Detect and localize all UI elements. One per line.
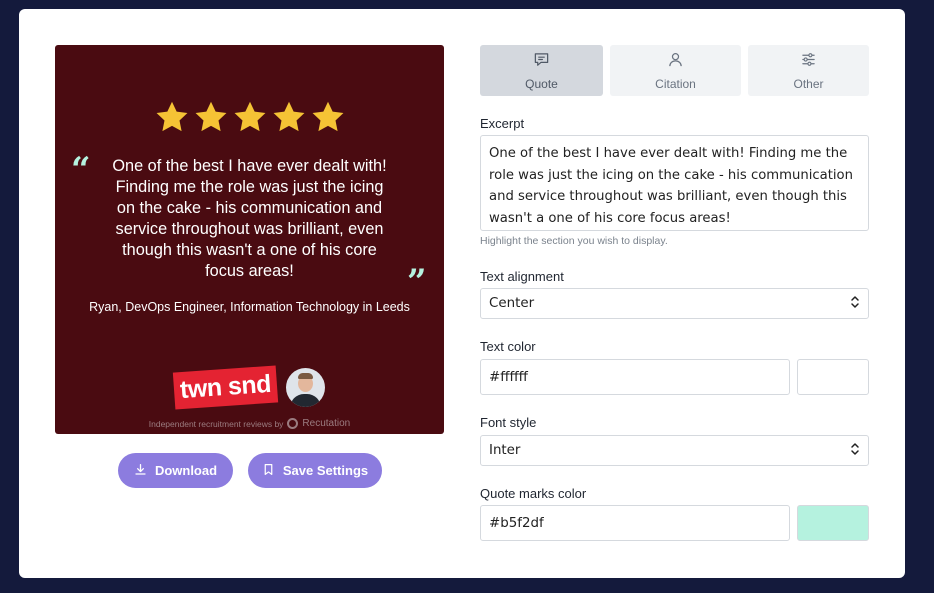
text-color-input[interactable]: #ffffff [480, 359, 790, 395]
tab-citation[interactable]: Citation [610, 45, 741, 96]
quote-open-mark: “ [71, 150, 91, 190]
alignment-label: Text alignment [480, 269, 564, 284]
avatar [286, 368, 325, 407]
footer-brand: Recutation [302, 418, 351, 429]
quote-text: One of the best I have ever dealt with! … [112, 157, 387, 280]
tab-other[interactable]: Other [748, 45, 869, 96]
bookmark-icon [262, 463, 275, 479]
alignment-value: Center [489, 296, 535, 311]
tab-citation-label: Citation [655, 76, 696, 91]
brand-logo: twn snd [172, 365, 279, 410]
tab-other-label: Other [793, 76, 824, 91]
excerpt-label: Excerpt [480, 116, 525, 131]
alignment-select[interactable]: Center [480, 288, 869, 319]
font-style-label: Font style [480, 415, 537, 430]
quote-marks-color-input[interactable]: #b5f2df [480, 505, 790, 541]
recutation-logo-icon [287, 418, 299, 429]
font-style-value: Inter [489, 443, 521, 458]
download-button[interactable]: Download [118, 453, 233, 488]
footer-note: Independent recruitment reviews by Recut… [55, 418, 444, 429]
font-style-select[interactable]: Inter [480, 435, 869, 466]
attribution: Ryan, DevOps Engineer, Information Techn… [89, 300, 410, 314]
user-icon [667, 51, 684, 71]
star-icon [310, 99, 346, 135]
tab-quote-label: Quote [525, 76, 558, 91]
save-settings-label: Save Settings [282, 463, 369, 478]
speech-bubble-icon [533, 51, 550, 71]
download-icon [134, 463, 147, 479]
chevron-up-down-icon [850, 442, 860, 460]
download-label: Download [154, 463, 218, 478]
chevron-up-down-icon [850, 295, 860, 313]
star-icon [193, 99, 229, 135]
footer-note-text: Independent recruitment reviews by [148, 418, 284, 429]
sliders-icon [800, 51, 817, 71]
quote-close-mark: ” [407, 262, 427, 302]
text-color-label: Text color [480, 339, 536, 354]
star-rating [55, 99, 444, 135]
save-settings-button[interactable]: Save Settings [248, 453, 382, 488]
excerpt-help: Highlight the section you wish to displa… [480, 235, 668, 247]
quote-marks-color-swatch[interactable] [797, 505, 869, 541]
text-color-swatch[interactable] [797, 359, 869, 395]
star-icon [232, 99, 268, 135]
tab-quote[interactable]: Quote [480, 45, 603, 96]
quote-marks-color-label: Quote marks color [480, 486, 587, 501]
excerpt-textarea[interactable]: One of the best I have ever dealt with! … [480, 135, 869, 231]
star-icon [271, 99, 307, 135]
review-preview: “ One of the best I have ever dealt with… [55, 45, 444, 434]
star-icon [154, 99, 190, 135]
